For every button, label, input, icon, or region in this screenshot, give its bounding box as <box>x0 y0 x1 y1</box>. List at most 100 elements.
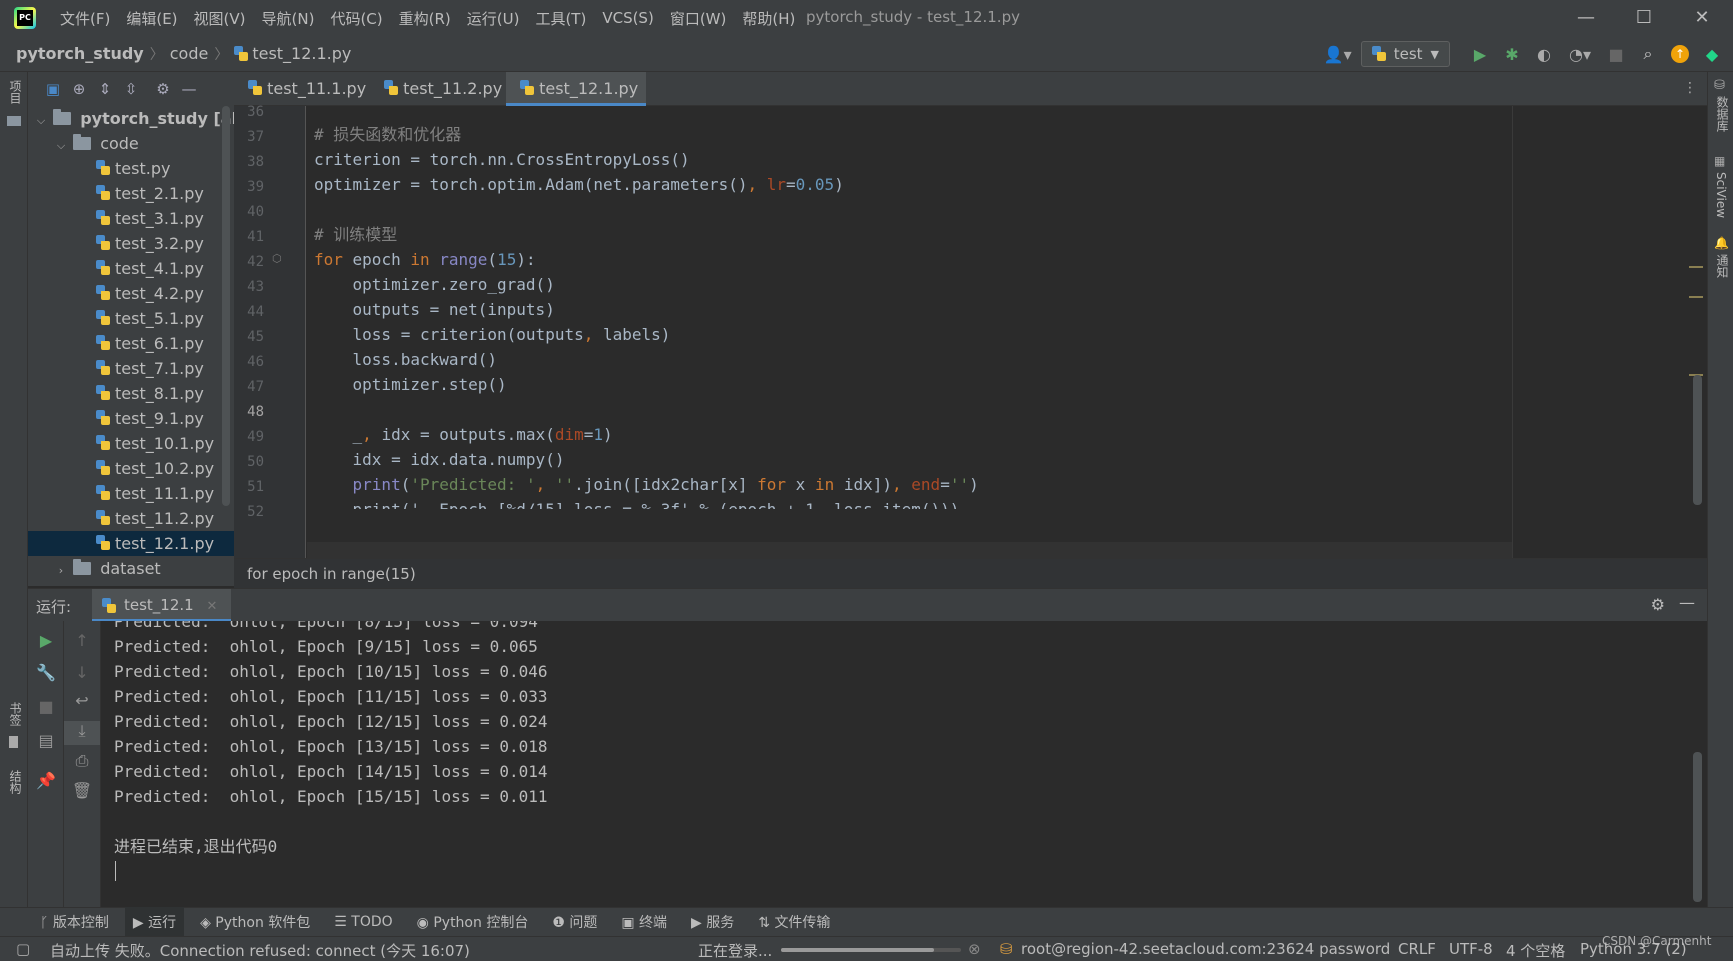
collapse-all-icon[interactable]: ⇳ <box>120 78 142 100</box>
tab-test-12-1[interactable]: test_12.1.py ✕ <box>506 72 646 132</box>
menu-navigate[interactable]: 导航(N) <box>254 8 323 29</box>
stop-icon[interactable]: ■ <box>1605 43 1627 65</box>
tree-file-item[interactable]: test_7.1.py <box>28 356 234 381</box>
error-stripe-marker[interactable] <box>1689 266 1703 268</box>
tree-folder-dataset[interactable]: › dataset <box>28 556 234 581</box>
rerun-icon[interactable]: ▶ <box>28 631 64 650</box>
menu-refactor[interactable]: 重构(R) <box>391 8 459 29</box>
project-tool-button[interactable]: 项目 <box>7 80 24 104</box>
tab-version-control[interactable]: ᚴ 版本控制 <box>40 912 109 932</box>
menu-tools[interactable]: 工具(T) <box>527 8 594 29</box>
menu-window[interactable]: 窗口(W) <box>662 8 735 29</box>
status-message[interactable]: 自动上传 失败。Connection refused: connect (今天 … <box>50 940 470 961</box>
close-icon[interactable]: ✕ <box>207 599 218 614</box>
update-icon[interactable]: ↑ <box>1669 43 1691 65</box>
coverage-icon[interactable]: ◐ <box>1533 43 1555 65</box>
tab-test-11-2[interactable]: test_11.2.py ✕ <box>370 72 506 132</box>
tree-folder-code[interactable]: ⌵ code <box>28 131 234 156</box>
sciview-tool-button[interactable]: SciView <box>1714 172 1728 218</box>
layout-toggle-icon[interactable]: ▢ <box>16 940 30 958</box>
breadcrumb-file[interactable]: test_12.1.py <box>252 44 351 63</box>
tree-root[interactable]: ⌵ pytorch_study [alien <box>28 106 234 131</box>
breadcrumb-project[interactable]: pytorch_study <box>16 44 144 63</box>
tab-file-transfer[interactable]: ⇅ 文件传输 <box>758 912 830 932</box>
bookmarks-tool-button[interactable]: 书签 <box>7 702 24 726</box>
fold-icon[interactable]: ⬡ <box>272 252 282 265</box>
maximize-button[interactable]: ☐ <box>1620 0 1668 36</box>
tab-terminal[interactable]: ▣ 终端 <box>621 912 667 932</box>
user-icon[interactable]: 👤▾ <box>1320 43 1356 65</box>
tab-problems[interactable]: ❶ 问题 <box>552 912 597 932</box>
file-encoding[interactable]: UTF-8 <box>1449 940 1493 958</box>
profile-icon[interactable]: ◔▾ <box>1565 43 1595 65</box>
indent-setting[interactable]: 4 个空格 <box>1506 940 1565 961</box>
tab-todo[interactable]: ☰ TODO <box>334 914 392 930</box>
pin-icon[interactable]: 📌 <box>28 771 64 790</box>
wrench-icon[interactable]: 🔧 <box>28 663 64 682</box>
menu-help[interactable]: 帮助(H) <box>734 8 803 29</box>
stop-icon[interactable]: ■ <box>28 697 64 716</box>
soft-wrap-icon[interactable]: ↩ <box>64 691 100 710</box>
tree-file-item[interactable]: test_9.1.py <box>28 406 234 431</box>
tree-scrollbar[interactable] <box>222 106 230 506</box>
database-tool-button[interactable]: 数据库 <box>1714 96 1731 132</box>
run-tab[interactable]: test_12.1 ✕ <box>92 589 232 622</box>
remote-host[interactable]: root@region-42.seetacloud.com:23624 pass… <box>1021 940 1390 958</box>
menu-vcs[interactable]: VCS(S) <box>594 9 661 27</box>
tree-file-item[interactable]: test_8.1.py <box>28 381 234 406</box>
close-window-button[interactable]: ✕ <box>1678 0 1726 36</box>
tree-file-item[interactable]: test_3.2.py <box>28 231 234 256</box>
console-output[interactable]: Predicted: ohlol, Epoch [8/15] loss = 0.… <box>101 621 1707 907</box>
print-icon[interactable]: ⎙ <box>64 751 100 771</box>
menu-view[interactable]: 视图(V) <box>186 8 254 29</box>
tree-file-item[interactable]: test_12.1.py <box>28 531 234 556</box>
locate-icon[interactable]: ⊕ <box>68 78 90 100</box>
tree-file-item[interactable]: test_10.2.py <box>28 456 234 481</box>
menu-run[interactable]: 运行(U) <box>459 8 528 29</box>
code-editor[interactable]: # 损失函数和优化器 criterion = torch.nn.CrossEnt… <box>307 106 1512 558</box>
tree-file-item[interactable]: test_5.1.py <box>28 306 234 331</box>
arrow-down-icon[interactable]: ↓ <box>64 663 100 682</box>
project-view-icon[interactable]: ▣ <box>42 78 64 100</box>
tree-file-item[interactable]: test_3.1.py <box>28 206 234 231</box>
tab-services[interactable]: ▶ 服务 <box>691 912 734 932</box>
error-stripe-marker[interactable] <box>1689 296 1703 298</box>
tree-file-item[interactable]: test_11.2.py <box>28 506 234 531</box>
debug-icon[interactable]: ✱ <box>1501 43 1523 65</box>
hide-icon[interactable]: — <box>178 78 200 100</box>
code-with-me-icon[interactable]: ◆ <box>1701 43 1723 65</box>
console-scrollbar[interactable] <box>1693 752 1702 902</box>
hide-icon[interactable]: — <box>1679 593 1695 612</box>
run-icon[interactable]: ▶ <box>1469 43 1491 65</box>
menu-file[interactable]: 文件(F) <box>52 8 118 29</box>
run-config-select[interactable]: test ▼ <box>1360 41 1450 67</box>
more-vertical-icon[interactable]: ⋮ <box>1683 80 1697 96</box>
tree-file-item[interactable]: test_4.1.py <box>28 256 234 281</box>
line-separator[interactable]: CRLF <box>1398 940 1436 958</box>
tree-file-item[interactable]: test.py <box>28 156 234 181</box>
trash-icon[interactable]: 🗑 <box>64 781 100 800</box>
expand-all-icon[interactable]: ⇕ <box>94 78 116 100</box>
tree-file-item[interactable]: test_10.1.py <box>28 431 234 456</box>
tree-file-item[interactable]: test_2.1.py <box>28 181 234 206</box>
scroll-to-end-icon[interactable]: ⤓ <box>64 721 100 745</box>
tab-python-packages[interactable]: ◈ Python 软件包 <box>200 912 310 932</box>
tree-file-item[interactable]: test_11.1.py <box>28 481 234 506</box>
gear-icon[interactable]: ⚙ <box>152 78 174 100</box>
structure-tool-button[interactable]: 结构 <box>7 770 24 794</box>
gear-icon[interactable]: ⚙ <box>1651 595 1665 614</box>
arrow-up-icon[interactable]: ↑ <box>64 631 100 650</box>
minimize-button[interactable]: — <box>1562 0 1610 36</box>
menu-edit[interactable]: 编辑(E) <box>118 8 185 29</box>
tree-file-item[interactable]: test_4.2.py <box>28 281 234 306</box>
tab-python-console[interactable]: ◉ Python 控制台 <box>417 912 529 932</box>
code-breadcrumb[interactable]: for epoch in range(15) <box>234 558 1707 588</box>
tree-file-item[interactable]: test_6.1.py <box>28 331 234 356</box>
menu-code[interactable]: 代码(C) <box>322 8 390 29</box>
breadcrumb-folder[interactable]: code <box>170 44 209 63</box>
notifications-tool-button[interactable]: 通知 <box>1714 254 1731 278</box>
editor-scrollbar[interactable] <box>1693 375 1702 505</box>
tab-run[interactable]: ▶ 运行 <box>124 907 185 937</box>
search-icon[interactable]: ⌕ <box>1637 43 1659 65</box>
layout-icon[interactable]: ▤ <box>28 731 64 750</box>
